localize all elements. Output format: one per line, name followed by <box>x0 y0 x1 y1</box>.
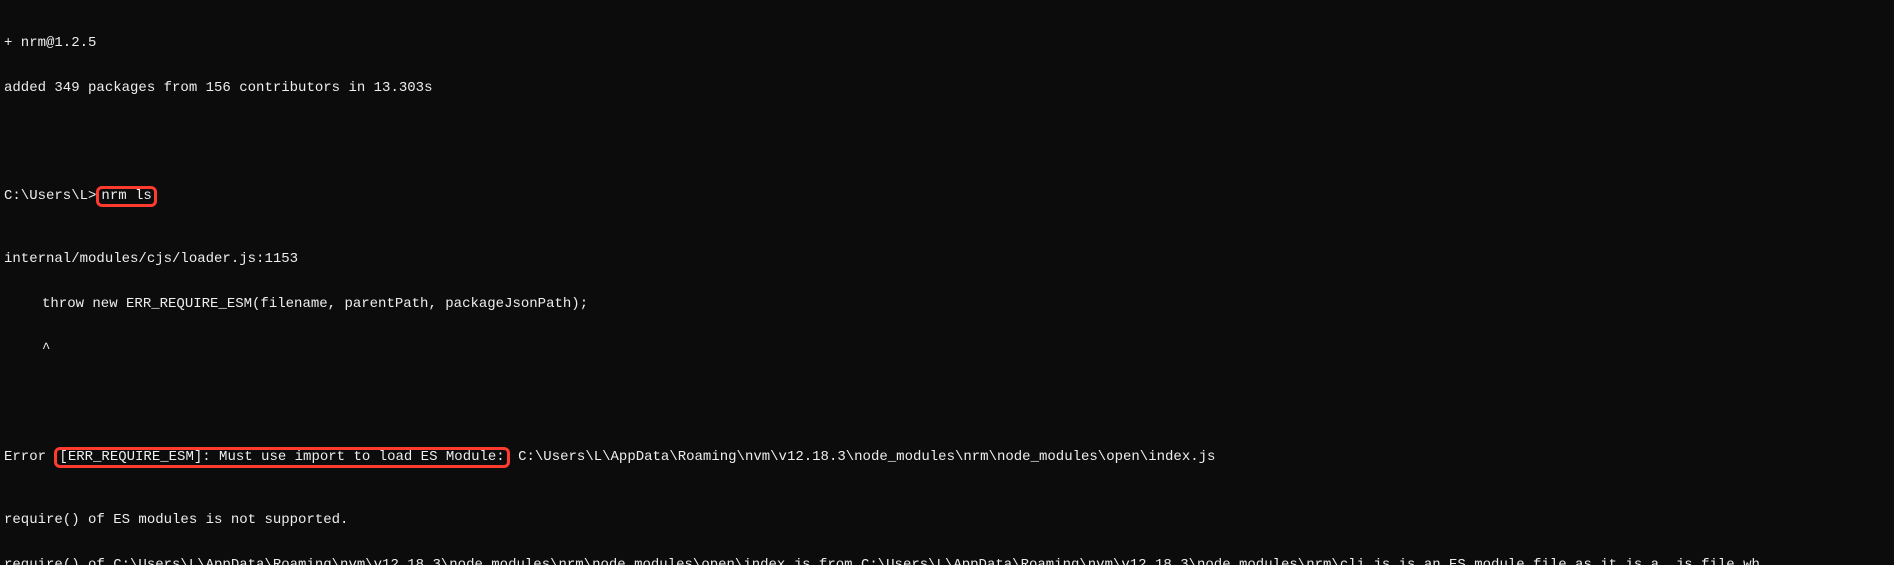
error-tail-path: C:\Users\L\AppData\Roaming\nvm\v12.18.3\… <box>510 449 1216 465</box>
command-line-1: C:\Users\L>nrm ls <box>4 186 1890 207</box>
require-unsupported: require() of ES modules is not supported… <box>4 513 1890 528</box>
error-label: Error <box>4 449 46 465</box>
throw-line: throw new ERR_REQUIRE_ESM(filename, pare… <box>4 297 1890 312</box>
caret: ^ <box>4 342 1890 357</box>
prompt: C:\Users\L> <box>4 188 96 204</box>
blank-line <box>4 387 1890 402</box>
install-line-2: added 349 packages from 156 contributors… <box>4 81 1890 96</box>
highlight-cmd: nrm ls <box>96 186 156 207</box>
require-detail-1: require() of C:\Users\L\AppData\Roaming\… <box>4 558 1890 565</box>
highlight-error: [ERR_REQUIRE_ESM]: Must use import to lo… <box>54 447 509 468</box>
error-line: Error [ERR_REQUIRE_ESM]: Must use import… <box>4 447 1890 468</box>
terminal-output[interactable]: + nrm@1.2.5 added 349 packages from 156 … <box>0 0 1894 565</box>
loader-ref: internal/modules/cjs/loader.js:1153 <box>4 252 1890 267</box>
blank-line <box>4 126 1890 141</box>
install-line-1: + nrm@1.2.5 <box>4 36 1890 51</box>
